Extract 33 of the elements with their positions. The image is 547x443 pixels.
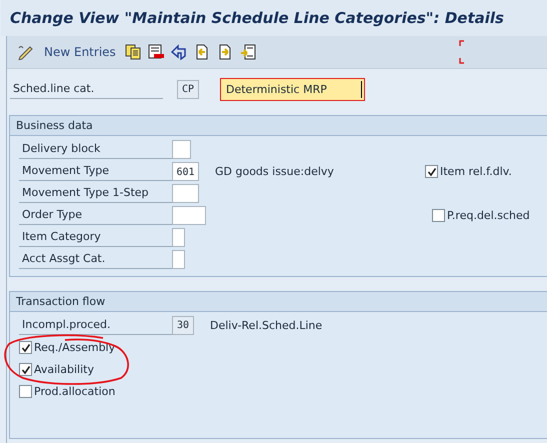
input-field[interactable] bbox=[172, 228, 185, 247]
window-title: Change View "Maintain Schedule Line Categories": Details bbox=[10, 9, 504, 27]
input-field[interactable] bbox=[172, 206, 206, 225]
checkbox[interactable] bbox=[432, 209, 445, 222]
group-title: Business data bbox=[10, 116, 547, 136]
checkbox-label: Availability bbox=[34, 363, 94, 376]
checkbox[interactable] bbox=[19, 341, 32, 354]
field-label: Sched.line cat. bbox=[10, 80, 163, 98]
input-field[interactable]: 601 bbox=[172, 162, 199, 181]
undo-icon[interactable] bbox=[170, 44, 187, 60]
checkbox-label: Item rel.f.dlv. bbox=[440, 165, 512, 178]
delete-icon[interactable] bbox=[148, 44, 164, 60]
checkbox-label: P.req.del.sched bbox=[447, 209, 530, 222]
field-description: Deliv-Rel.Sched.Line bbox=[209, 319, 322, 332]
new-entries-button[interactable]: New Entries bbox=[42, 45, 118, 59]
group-title: Transaction flow bbox=[10, 292, 547, 312]
checkbox[interactable] bbox=[19, 385, 32, 398]
input-field[interactable] bbox=[172, 140, 191, 159]
checkbox[interactable] bbox=[19, 363, 32, 376]
output-field: 30 bbox=[172, 316, 194, 335]
copy-icon[interactable] bbox=[124, 44, 141, 60]
focus-marker-icon bbox=[459, 40, 464, 64]
input-field[interactable] bbox=[172, 250, 185, 269]
checkbox[interactable] bbox=[425, 165, 438, 178]
input-field[interactable] bbox=[172, 184, 199, 203]
output-field: CP bbox=[177, 80, 199, 98]
field-description: GD goods issue:delvy bbox=[215, 165, 334, 178]
checkbox-label: Prod.allocation bbox=[34, 385, 116, 398]
previous-page-icon[interactable] bbox=[194, 44, 210, 60]
checkbox-label: Req./Assembly bbox=[34, 341, 116, 354]
pencil-icon[interactable] bbox=[17, 44, 35, 60]
next-page-icon[interactable] bbox=[216, 44, 233, 60]
other-entry-icon[interactable] bbox=[240, 44, 256, 60]
